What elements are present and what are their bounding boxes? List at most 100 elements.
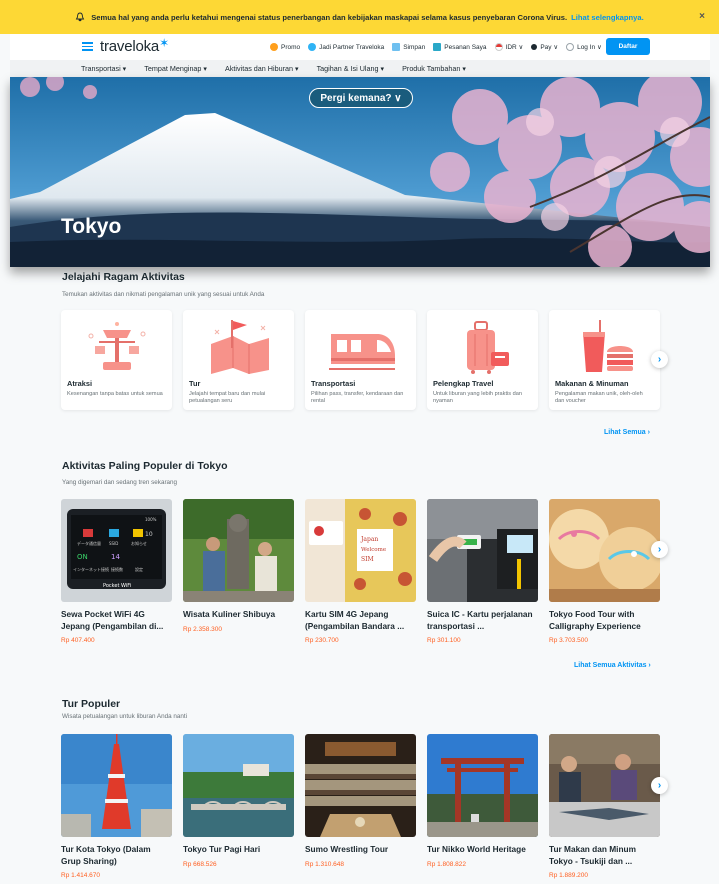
- destination-dropdown[interactable]: Pergi kemana? ∨: [309, 88, 413, 108]
- activity-name: Suica IC - Kartu perjalanan transportasi…: [427, 609, 533, 631]
- subnav-extra[interactable]: Produk Tambahan ▾: [402, 64, 466, 73]
- wifi-screen-text: 設定: [135, 566, 143, 572]
- activity-price: Rp 301.100: [427, 637, 461, 644]
- section-title: Tur Populer: [62, 698, 121, 710]
- sim-card-text: SIM: [361, 556, 374, 563]
- sim-card-image: Japan Welcome SIM: [305, 499, 416, 602]
- activity-price: Rp 2.358.300: [183, 626, 223, 633]
- carousel-icon: [88, 322, 146, 370]
- category-card-attractions[interactable]: Atraksi Kesenangan tanpa batas untuk sem…: [61, 310, 172, 410]
- nav-partner[interactable]: Jadi Partner Traveloka: [308, 43, 384, 51]
- tour-name: Tur Makan dan Minum Tokyo - Tsukiji dan …: [549, 844, 636, 866]
- category-card-travel-essentials[interactable]: Pelengkap Travel Untuk liburan yang lebi…: [427, 310, 538, 410]
- nav-login[interactable]: Log In ∨: [566, 43, 602, 51]
- subnav-stay[interactable]: Tempat Menginap ▾: [144, 64, 207, 73]
- see-all-link[interactable]: Lihat Semua ›: [604, 429, 650, 436]
- section-subtitle: Temukan aktivitas dan nikmati pengalaman…: [62, 291, 265, 298]
- header-nav: Promo Jadi Partner Traveloka Simpan Pesa…: [270, 34, 610, 60]
- nav-label: Promo: [281, 43, 301, 51]
- see-all-activities-link[interactable]: Lihat Semua Aktivitas ›: [574, 662, 651, 669]
- nav-promo[interactable]: Promo: [270, 43, 300, 51]
- tour-name: Tur Nikko World Heritage: [427, 844, 526, 854]
- nav-currency[interactable]: IDR ∨: [494, 43, 524, 51]
- notice-bar: Semua hal yang anda perlu ketahui mengen…: [0, 0, 719, 34]
- tour-name: Tokyo Tur Pagi Hari: [183, 844, 261, 854]
- category-desc: Untuk liburan yang lebih praktis dan nya…: [433, 391, 522, 404]
- handshake-icon: [308, 43, 317, 51]
- subnav-transport[interactable]: Transportasi ▾: [81, 64, 126, 73]
- tour-price: Rp 1.310.648: [305, 861, 345, 868]
- flag-icon: [494, 43, 503, 51]
- activity-name: Kartu SIM 4G Jepang (Pengambilan Bandara…: [305, 609, 405, 631]
- user-icon: [566, 43, 575, 51]
- nav-pay[interactable]: Pay ∨: [531, 43, 558, 51]
- activity-price: Rp 3.703.500: [549, 637, 589, 644]
- logo-text: traveloka: [100, 38, 160, 55]
- notice-text: Semua hal yang anda perlu ketahui mengen…: [91, 12, 568, 22]
- category-title: Transportasi: [311, 379, 356, 388]
- activity-name: Sewa Pocket WiFi 4G Jepang (Pengambilan …: [61, 609, 164, 631]
- pocket-wifi-image: データ通信量 SSID お知らせ ON 14 インターネット接続 接続数 設定 …: [61, 499, 172, 602]
- category-desc: Kesenangan tanpa batas untuk semua: [67, 391, 163, 397]
- category-card-tours[interactable]: Tur Jelajahi tempat baru dan mulai petua…: [183, 310, 294, 410]
- wifi-screen-text: 10: [145, 531, 153, 538]
- wifi-screen-text: Pocket WiFi: [103, 583, 131, 589]
- promo-icon: [270, 43, 278, 51]
- imperial-bridge-image: [183, 734, 294, 837]
- subnav-activities[interactable]: Aktivitas dan Hiburan ▾: [225, 64, 299, 73]
- top-header: traveloka✶ Promo Jadi Partner Traveloka …: [10, 34, 710, 60]
- category-desc: Pilihan pass, transfer, kendaraan dan re…: [311, 391, 404, 404]
- close-icon[interactable]: ×: [699, 11, 705, 22]
- sumo-arena-image: [305, 734, 416, 837]
- activity-name: Tokyo Food Tour with Calligraphy Experie…: [549, 609, 641, 631]
- category-title: Pelengkap Travel: [433, 379, 494, 388]
- activity-name: Wisata Kuliner Shibuya: [183, 609, 276, 619]
- wifi-screen-text: 接続数: [111, 566, 123, 572]
- luggage-icon: [467, 321, 509, 374]
- chevron-right-icon[interactable]: ›: [651, 351, 668, 368]
- pay-icon: [531, 44, 538, 50]
- train-icon: [329, 334, 395, 370]
- nav-label: Log In ∨: [577, 44, 602, 51]
- tsukiji-market-image: [549, 734, 660, 837]
- bookmark-icon: [392, 43, 401, 51]
- sim-card-text: Welcome: [361, 547, 386, 553]
- nav-saved[interactable]: Simpan: [392, 43, 425, 51]
- section-title: Aktivitas Paling Populer di Tokyo: [62, 460, 228, 472]
- wifi-screen-text: ON: [77, 553, 88, 561]
- wifi-screen-text: データ通信量: [77, 540, 101, 546]
- tour-price: Rp 668.526: [183, 861, 217, 868]
- section-subtitle: Wisata petualangan untuk liburan Anda na…: [62, 713, 187, 720]
- food-tour-image: [549, 499, 660, 602]
- activity-price: Rp 407.400: [61, 637, 95, 644]
- sim-card-text: Japan: [360, 536, 378, 543]
- list-icon: [433, 43, 442, 51]
- category-desc: Pengalaman makan unik, oleh-oleh dan vou…: [555, 391, 643, 404]
- nav-label: Jadi Partner Traveloka: [319, 43, 385, 51]
- nav-label: IDR ∨: [505, 44, 524, 51]
- traveloka-logo[interactable]: traveloka✶: [100, 36, 169, 55]
- wifi-screen-text: お知らせ: [131, 540, 147, 546]
- chevron-right-icon[interactable]: ›: [651, 541, 668, 558]
- category-nav: Transportasi ▾ Tempat Menginap ▾ Aktivit…: [10, 60, 710, 77]
- hero-banner: Pergi kemana? ∨ Tokyo: [10, 77, 710, 267]
- tour-name: Tur Kota Tokyo (Dalam Grup Sharing): [61, 844, 151, 866]
- tour-price: Rp 1.808.822: [427, 861, 467, 868]
- subnav-bills[interactable]: Tagihan & Isi Ulang ▾: [317, 64, 385, 73]
- nav-bookings[interactable]: Pesanan Saya: [433, 43, 487, 51]
- wifi-screen-text: SSID: [109, 541, 118, 546]
- tour-price: Rp 1.414.670: [61, 872, 101, 879]
- category-card-food[interactable]: Makanan & Minuman Pengalaman makan unik,…: [549, 310, 660, 410]
- map-flag-icon: [211, 320, 269, 374]
- nikko-torii-image: [427, 734, 538, 837]
- register-button[interactable]: Daftar: [606, 38, 650, 55]
- nav-label: Pesanan Saya: [444, 43, 487, 51]
- chevron-right-icon[interactable]: ›: [651, 777, 668, 794]
- notice-link[interactable]: Lihat selengkapnya.: [571, 13, 644, 22]
- category-card-transport[interactable]: Transportasi Pilihan pass, transfer, ken…: [305, 310, 416, 410]
- menu-icon[interactable]: [82, 42, 93, 51]
- tokyo-tower-image: [61, 734, 172, 837]
- suica-gate-image: [427, 499, 538, 602]
- bell-icon: [76, 12, 85, 22]
- category-title: Tur: [189, 379, 201, 388]
